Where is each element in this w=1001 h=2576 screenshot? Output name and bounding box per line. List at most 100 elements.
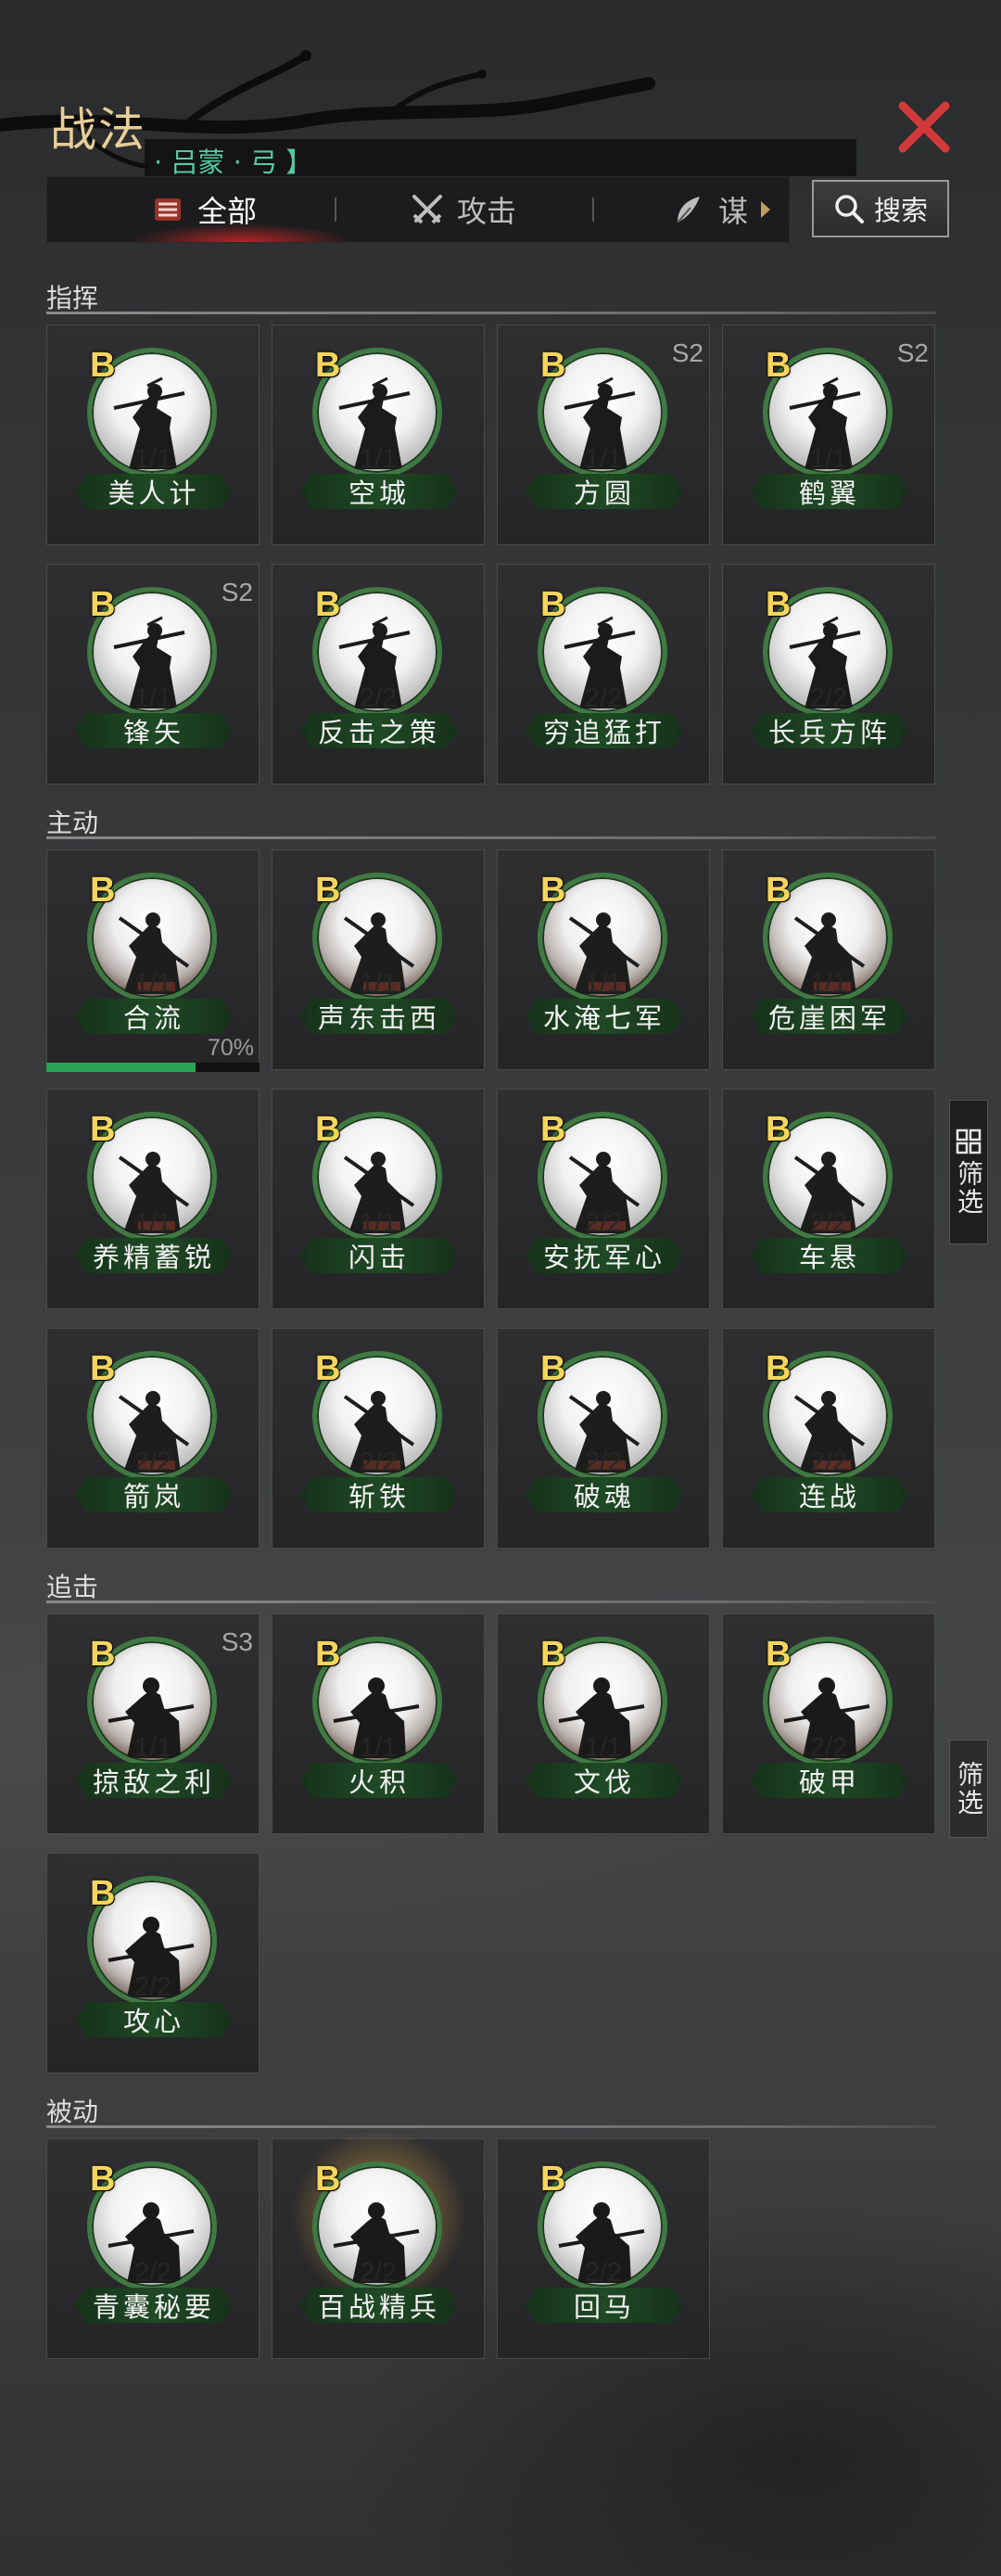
- tactic-card[interactable]: B 2/2 箭岚: [46, 1328, 260, 1549]
- tactic-level: 1/1: [133, 969, 172, 999]
- grade-badge: B: [315, 1635, 341, 1674]
- scroll-icon: [155, 198, 181, 221]
- tactic-name-plate: 美人计: [75, 474, 233, 509]
- tab-label: 谋: [718, 194, 749, 229]
- tactic-card[interactable]: B 2/2 安抚军心: [497, 1089, 710, 1309]
- tactic-level: 1/1: [359, 969, 398, 999]
- tactic-name: 锋矢: [122, 717, 184, 748]
- tactic-card[interactable]: B 1/1 危崖困军: [722, 849, 935, 1070]
- grade-badge: B: [90, 1635, 116, 1674]
- tactic-name: 青囊秘要: [92, 2291, 215, 2323]
- tactic-card[interactable]: B 2/2 百战精兵: [272, 2128, 485, 2359]
- tactic-name-plate: 青囊秘要: [75, 2288, 233, 2323]
- tactic-level: 2/2: [359, 2258, 398, 2288]
- tactic-level: 1/1: [584, 444, 623, 474]
- grade-badge: B: [90, 1874, 116, 1913]
- tactic-card[interactable]: B 2/2 反击之策: [272, 564, 485, 784]
- filter-button[interactable]: 筛选: [949, 1100, 988, 1244]
- grade-badge: B: [766, 1635, 792, 1674]
- tactic-name: 连战: [798, 1481, 860, 1512]
- tactic-level: 2/2: [809, 1208, 848, 1238]
- filter-button-secondary[interactable]: 筛选: [949, 1740, 988, 1838]
- tactic-card[interactable]: B S3 1/1 掠敌之利: [46, 1613, 260, 1834]
- tactic-card[interactable]: B 2/2 长兵方阵: [722, 564, 935, 784]
- tactic-card[interactable]: B 2/2 穷追猛打: [497, 564, 710, 784]
- close-icon[interactable]: [892, 95, 957, 159]
- section-active: 主动: [46, 808, 99, 838]
- tactic-card[interactable]: B S2 1/1 鹤翼: [722, 325, 935, 545]
- tactic-name-plate: 攻心: [75, 2002, 233, 2037]
- tactic-card[interactable]: B 1/1 水淹七军: [497, 849, 710, 1070]
- tactic-name: 鹤翼: [798, 478, 860, 509]
- tactic-level: 1/1: [584, 1733, 623, 1763]
- tactic-card[interactable]: B 1/1 文伐: [497, 1613, 710, 1834]
- filter-label: 筛选: [954, 1761, 984, 1817]
- tab-attack[interactable]: 攻击: [409, 177, 516, 242]
- tactic-card[interactable]: B S2 1/1 方圆: [497, 325, 710, 545]
- season-tag: S2: [896, 338, 929, 367]
- tactic-level: 2/2: [359, 683, 398, 713]
- tactic-name: 危崖困军: [767, 1002, 891, 1034]
- tactic-level: 2/2: [584, 1447, 623, 1477]
- tactic-level: 2/2: [133, 2258, 172, 2288]
- tactic-level: 1/1: [133, 683, 172, 713]
- tactic-level: 2/2: [133, 1447, 172, 1477]
- tactic-level: 2/2: [133, 1972, 172, 2002]
- tactic-card[interactable]: B 2/2 车悬: [722, 1089, 935, 1309]
- grade-badge: B: [766, 1110, 792, 1149]
- tactic-card[interactable]: B 1/1 声东击西: [272, 849, 485, 1070]
- tactic-progress-bar: [46, 1063, 260, 1072]
- tactic-name-plate: 箭岚: [75, 1477, 233, 1512]
- tactic-level: 2/2: [809, 683, 848, 713]
- tactic-name-plate: 连战: [751, 1477, 908, 1512]
- tactic-card[interactable]: B 2/2 破甲: [722, 1613, 935, 1834]
- tactic-level: 1/1: [359, 444, 398, 474]
- scroll-right-arrow-icon[interactable]: [759, 199, 772, 220]
- tab-strategy[interactable]: 谋: [670, 177, 772, 242]
- grade-badge: B: [540, 2160, 566, 2199]
- grade-badge: B: [90, 2160, 116, 2199]
- tactic-name: 回马: [573, 2291, 635, 2323]
- tactic-card[interactable]: B 1/1 养精蓄锐: [46, 1089, 260, 1309]
- tactic-card[interactable]: B 2/2 破魂: [497, 1328, 710, 1549]
- grade-badge: B: [315, 346, 341, 385]
- tactic-card[interactable]: B 2/2 连战: [722, 1328, 935, 1549]
- tab-label: 攻击: [457, 194, 517, 229]
- feather-icon: [677, 197, 700, 223]
- tactic-name: 破甲: [798, 1766, 860, 1798]
- search-button[interactable]: 搜索: [812, 180, 949, 237]
- search-label: 搜索: [873, 195, 928, 226]
- section-passive: 被动: [46, 2097, 99, 2127]
- tactic-card[interactable]: B 1/1 火积: [272, 1613, 485, 1834]
- tactic-card[interactable]: B 2/2 回马: [497, 2138, 710, 2359]
- tactic-level: 1/1: [584, 969, 623, 999]
- grid-icon: [956, 1129, 982, 1154]
- grade-badge: B: [90, 871, 116, 910]
- tactic-card[interactable]: B 1/1 闪击: [272, 1089, 485, 1309]
- tactic-card[interactable]: B 2/2 攻心: [46, 1853, 260, 2073]
- section-divider: [46, 2125, 936, 2128]
- tactic-level: 1/1: [133, 1733, 172, 1763]
- tactic-name: 破魂: [573, 1481, 635, 1512]
- tactic-name-plate: 合流: [75, 999, 233, 1034]
- tactic-name-plate: 破魂: [526, 1477, 683, 1512]
- grade-badge: B: [766, 585, 792, 624]
- tactic-card[interactable]: B 2/2 斩铁: [272, 1328, 485, 1549]
- section-pursuit: 追击: [46, 1572, 99, 1602]
- tactic-name-plate: 百战精兵: [300, 2288, 458, 2323]
- tab-all[interactable]: 全部: [149, 177, 257, 242]
- tactic-name-plate: 掠敌之利: [75, 1763, 233, 1798]
- tactic-name: 火积: [348, 1766, 410, 1798]
- tactic-level: 2/2: [584, 683, 623, 713]
- tactic-card[interactable]: B S2 1/1 锋矢: [46, 564, 260, 784]
- tactic-card[interactable]: B 2/2 青囊秘要: [46, 2138, 260, 2359]
- tactic-level: 2/2: [809, 1447, 848, 1477]
- section-divider: [46, 1600, 936, 1603]
- filter-label: 筛选: [954, 1160, 984, 1216]
- tactic-name-plate: 斩铁: [300, 1477, 458, 1512]
- tactic-name-plate: 反击之策: [300, 713, 458, 748]
- grade-badge: B: [315, 871, 341, 910]
- tactic-card[interactable]: B 1/1 空城: [272, 325, 485, 545]
- grade-badge: B: [315, 1110, 341, 1149]
- tactic-card[interactable]: B 1/1 美人计: [46, 325, 260, 545]
